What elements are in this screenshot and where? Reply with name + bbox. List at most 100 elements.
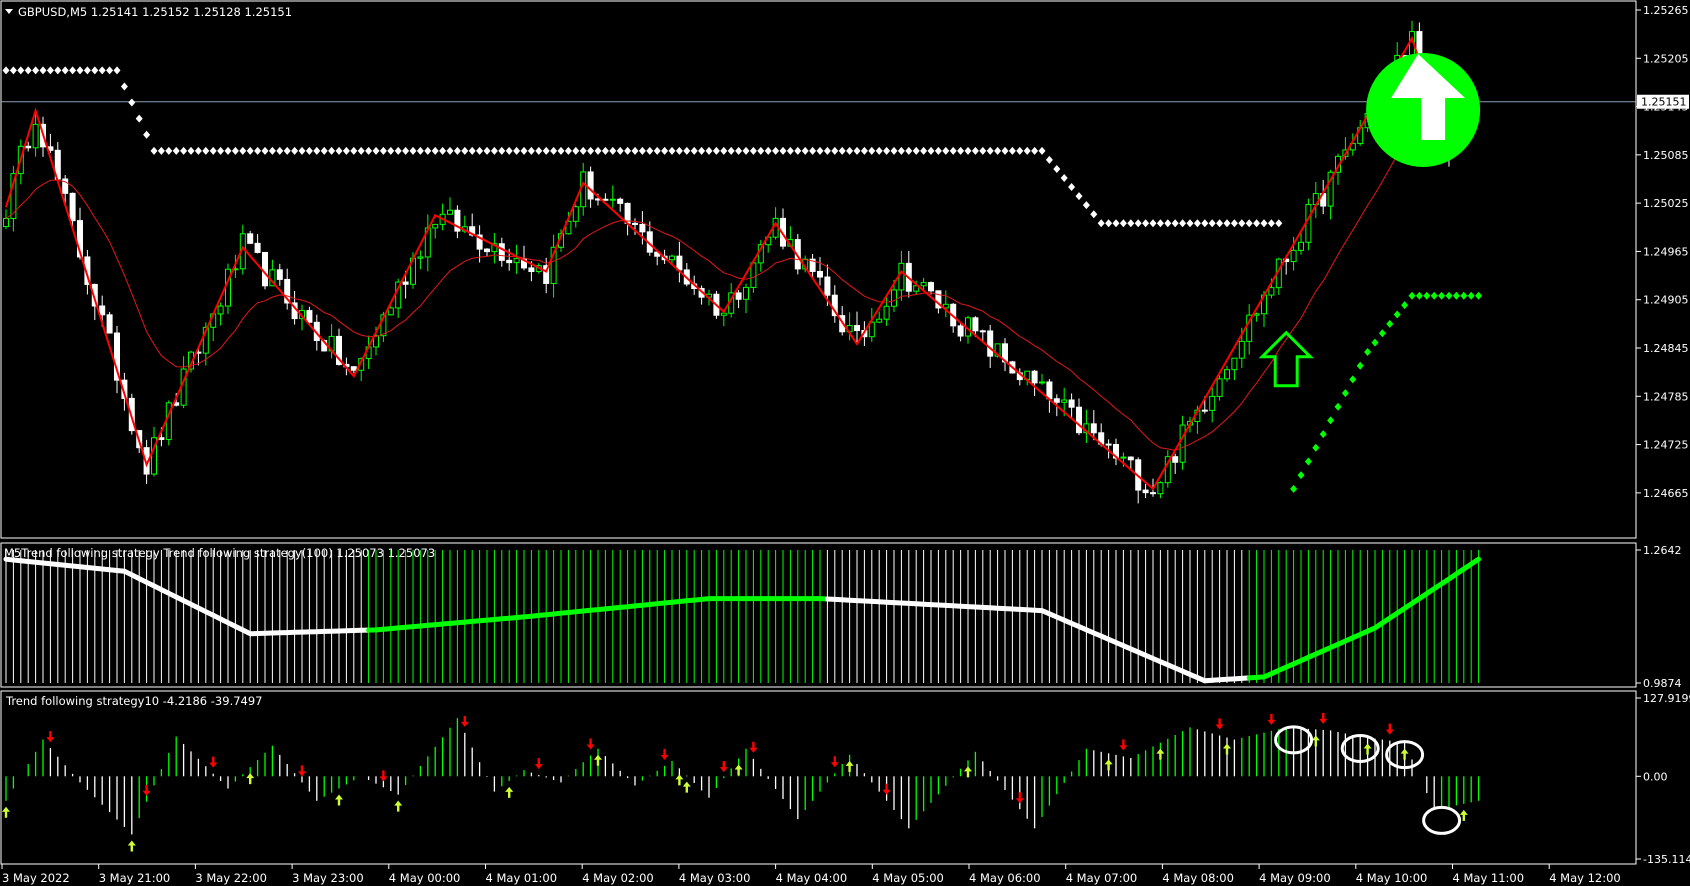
candle-body [639,223,646,233]
candle-body [1238,340,1245,359]
time-axis-label: 4 May 08:00 [1162,871,1234,885]
candle-body [498,243,505,261]
candle-body [957,325,964,337]
candle-body [1298,241,1304,251]
candle-body [609,198,616,201]
candle-body [817,270,823,278]
candle-body [1172,456,1179,463]
main-chart-title: GBPUSD,M5 1.25141 1.25152 1.25128 1.2515… [18,5,292,19]
time-axis-label: 4 May 07:00 [1066,871,1138,885]
candle-body [1105,443,1112,446]
candle-body [447,209,453,215]
candle-body [276,269,283,280]
candle-body [735,292,742,300]
candle-body [1157,482,1164,495]
candle-body [1053,398,1060,403]
time-axis-label: 4 May 04:00 [776,871,848,885]
candle-body [1090,423,1097,434]
candle-body [824,276,831,296]
oscillator-pane-frame [0,690,1637,865]
candle-body [217,305,224,315]
candle-body [891,289,897,307]
candle-body [402,281,409,285]
price-tick-label: 1.24725 [1643,439,1689,452]
price-tick-label: 1.25205 [1643,52,1689,65]
price-tick-label: 1.25025 [1643,197,1689,210]
time-axis-label: 4 May 01:00 [486,871,558,885]
candle-body [1046,381,1053,400]
candle-body [617,198,624,204]
time-axis-label: 3 May 21:00 [99,871,171,885]
candle-body [1179,424,1186,463]
candle-body [417,256,424,259]
candle-body [1253,313,1260,316]
time-axis-label: 4 May 00:00 [389,871,461,885]
trend-tick-label: 0.9874 [1643,677,1682,690]
candle-body [987,330,994,357]
time-axis-label: 3 May 22:00 [195,871,267,885]
candle-body [1290,249,1297,263]
candle-body [979,330,986,333]
candle-body [306,310,313,323]
time-axis-label: 4 May 05:00 [872,871,944,885]
time-axis-label: 4 May 02:00 [582,871,654,885]
candle-body [69,192,76,222]
candle-body [1150,492,1156,495]
candle-body [883,305,890,320]
candle-body [743,286,749,300]
candle-body [158,437,165,440]
candle-body [1142,489,1149,494]
time-axis-label: 3 May 2022 [2,871,70,885]
candle-body [506,259,513,264]
candle-body [25,145,32,149]
price-tick-label: 1.24665 [1643,487,1689,500]
candle-body [350,366,357,371]
candle-body [262,251,268,287]
candle-body [972,317,979,332]
trend-pane-title: M5Trend following strategy Trend followi… [4,546,435,560]
candle-body [572,206,579,222]
current-price-tag-label: 1.25151 [1641,96,1687,109]
time-axis-label: 4 May 09:00 [1259,871,1331,885]
candle-body [632,222,638,225]
candle-body [750,262,757,288]
time-axis-label: 4 May 06:00 [969,871,1041,885]
candle-body [1231,357,1238,371]
price-tick-label: 1.24905 [1643,294,1689,307]
candle-body [247,233,254,244]
candle-body [3,218,9,228]
candle-body [1201,409,1208,412]
time-axis-label: 4 May 10:00 [1356,871,1428,885]
candle-body [32,123,39,149]
price-tick-label: 1.25085 [1643,149,1689,162]
candle-body [928,282,934,292]
candle-body [387,307,394,316]
candle-body [1209,395,1216,411]
candle-body [1061,399,1068,403]
candle-body [484,248,490,253]
candle-body [254,242,261,253]
candle-body [602,198,609,201]
candle-body [1127,456,1134,461]
oscillator-tick-label: 0.00 [1643,770,1668,783]
candle-body [528,267,535,273]
trend-tick-label: 1.2642 [1643,544,1682,557]
oscillator-tick-label: 127.9199 [1643,692,1690,705]
candle-body [876,318,883,323]
candle-body [669,255,675,261]
oscillator-tick-label: -135.114 [1643,853,1690,866]
candle-body [587,171,594,200]
price-tick-label: 1.25265 [1643,4,1689,17]
candle-body [1039,381,1045,384]
time-axis-label: 4 May 11:00 [1453,871,1525,885]
price-tick-label: 1.24965 [1643,245,1689,258]
time-axis-label: 3 May 23:00 [292,871,364,885]
candle-body [676,255,683,271]
candle-body [1076,406,1082,434]
time-axis-label: 4 May 12:00 [1549,871,1621,885]
chart-stage: 1.252651.252051.251451.250851.250251.249… [0,0,1690,886]
candle-body [99,305,106,316]
price-tick-label: 1.24785 [1643,390,1689,403]
oscillator-pane-title: Trend following strategy10 -4.2186 -39.7… [5,694,263,708]
candle-body [1068,399,1075,408]
